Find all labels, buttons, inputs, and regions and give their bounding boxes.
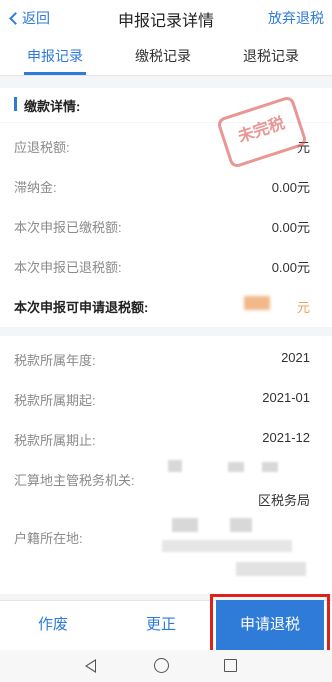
tab-refund-records[interactable]: 退税记录: [243, 46, 299, 66]
detail-label: 应退税额:: [14, 140, 70, 155]
info-label: 户籍所在地:: [14, 531, 83, 546]
info-value: 2021: [281, 350, 310, 365]
top-nav: 返回 申报记录详情 放弃退税: [0, 0, 332, 36]
redacted-text: [230, 518, 252, 532]
info-label: 税款所属期起:: [14, 393, 96, 408]
info-value: 区税务局: [257, 493, 310, 508]
payment-details-card: 应退税额: 元 滞纳金: 0.00元 本次申报已缴税额: 0.00元 本次申报已…: [0, 123, 332, 327]
redacted-amount: [244, 296, 270, 310]
redacted-text: [172, 518, 198, 532]
redacted-text: [262, 462, 278, 472]
void-button[interactable]: 作废: [38, 613, 68, 634]
tax-info-card: 税款所属年度: 2021 税款所属期起: 2021-01 税款所属期止: 202…: [0, 336, 332, 594]
home-circle-icon[interactable]: [154, 658, 169, 673]
tab-payment-records[interactable]: 缴税记录: [135, 46, 191, 66]
info-label: 税款所属年度:: [14, 353, 96, 368]
redacted-text: [162, 540, 292, 552]
detail-label: 本次申报已缴税额:: [14, 220, 122, 235]
detail-row: 本次申报已缴税额: 0.00元: [0, 205, 332, 245]
detail-label: 本次申报可申请退税额:: [14, 300, 149, 315]
section-marker: [14, 97, 17, 111]
info-row: 汇算地主管税务机关: 区税务局: [0, 458, 332, 510]
system-nav-bar: [0, 650, 332, 682]
detail-value: 0.00元: [271, 220, 310, 235]
highlight-box: [210, 594, 330, 654]
info-value: 2021-01: [262, 390, 310, 405]
correct-button[interactable]: 更正: [146, 613, 176, 634]
section-title: 缴款详情:: [24, 99, 81, 114]
detail-value: 0.00元: [271, 180, 310, 195]
detail-value: 0.00元: [271, 260, 310, 275]
detail-row: 滞纳金: 0.00元: [0, 165, 332, 205]
info-row: 税款所属期止: 2021-12: [0, 418, 332, 458]
redacted-text: [236, 562, 306, 576]
info-label: 汇算地主管税务机关:: [14, 473, 135, 488]
detail-row: 本次申报已退税额: 0.00元: [0, 245, 332, 285]
recent-apps-square-icon[interactable]: [224, 659, 237, 672]
info-row: 税款所属期起: 2021-01: [0, 378, 332, 418]
refundable-amount-row: 本次申报可申请退税额: 元: [0, 285, 332, 325]
redacted-text: [168, 460, 182, 472]
tab-declaration-records[interactable]: 申报记录: [27, 46, 83, 66]
active-tab-indicator: [24, 72, 86, 75]
detail-value: 元: [296, 300, 310, 315]
redacted-text: [228, 462, 244, 472]
detail-label: 本次申报已退税额:: [14, 260, 122, 275]
back-triangle-icon-inner: [87, 661, 95, 671]
info-label: 税款所属期止:: [14, 433, 96, 448]
detail-label: 滞纳金:: [14, 180, 57, 195]
info-value: 2021-12: [262, 430, 310, 445]
info-row: 税款所属年度: 2021: [0, 338, 332, 378]
abandon-refund-button[interactable]: 放弃退税: [268, 8, 324, 28]
tab-bar: 申报记录 缴税记录 退税记录: [0, 36, 332, 76]
